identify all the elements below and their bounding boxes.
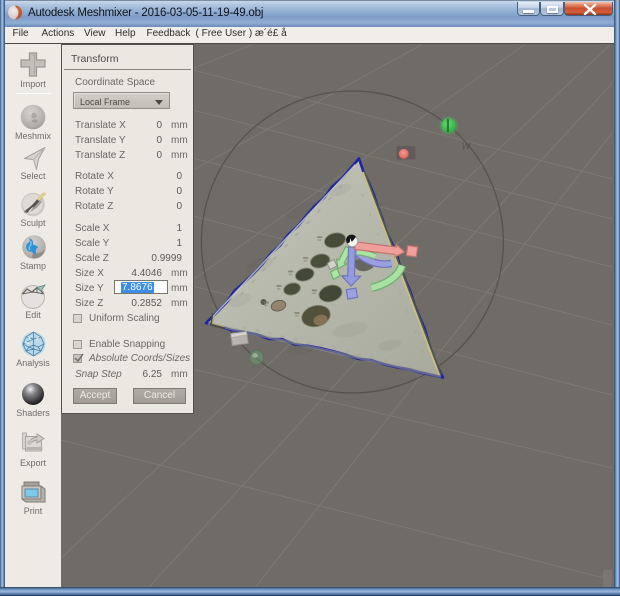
svg-text:W: W: [462, 141, 472, 152]
